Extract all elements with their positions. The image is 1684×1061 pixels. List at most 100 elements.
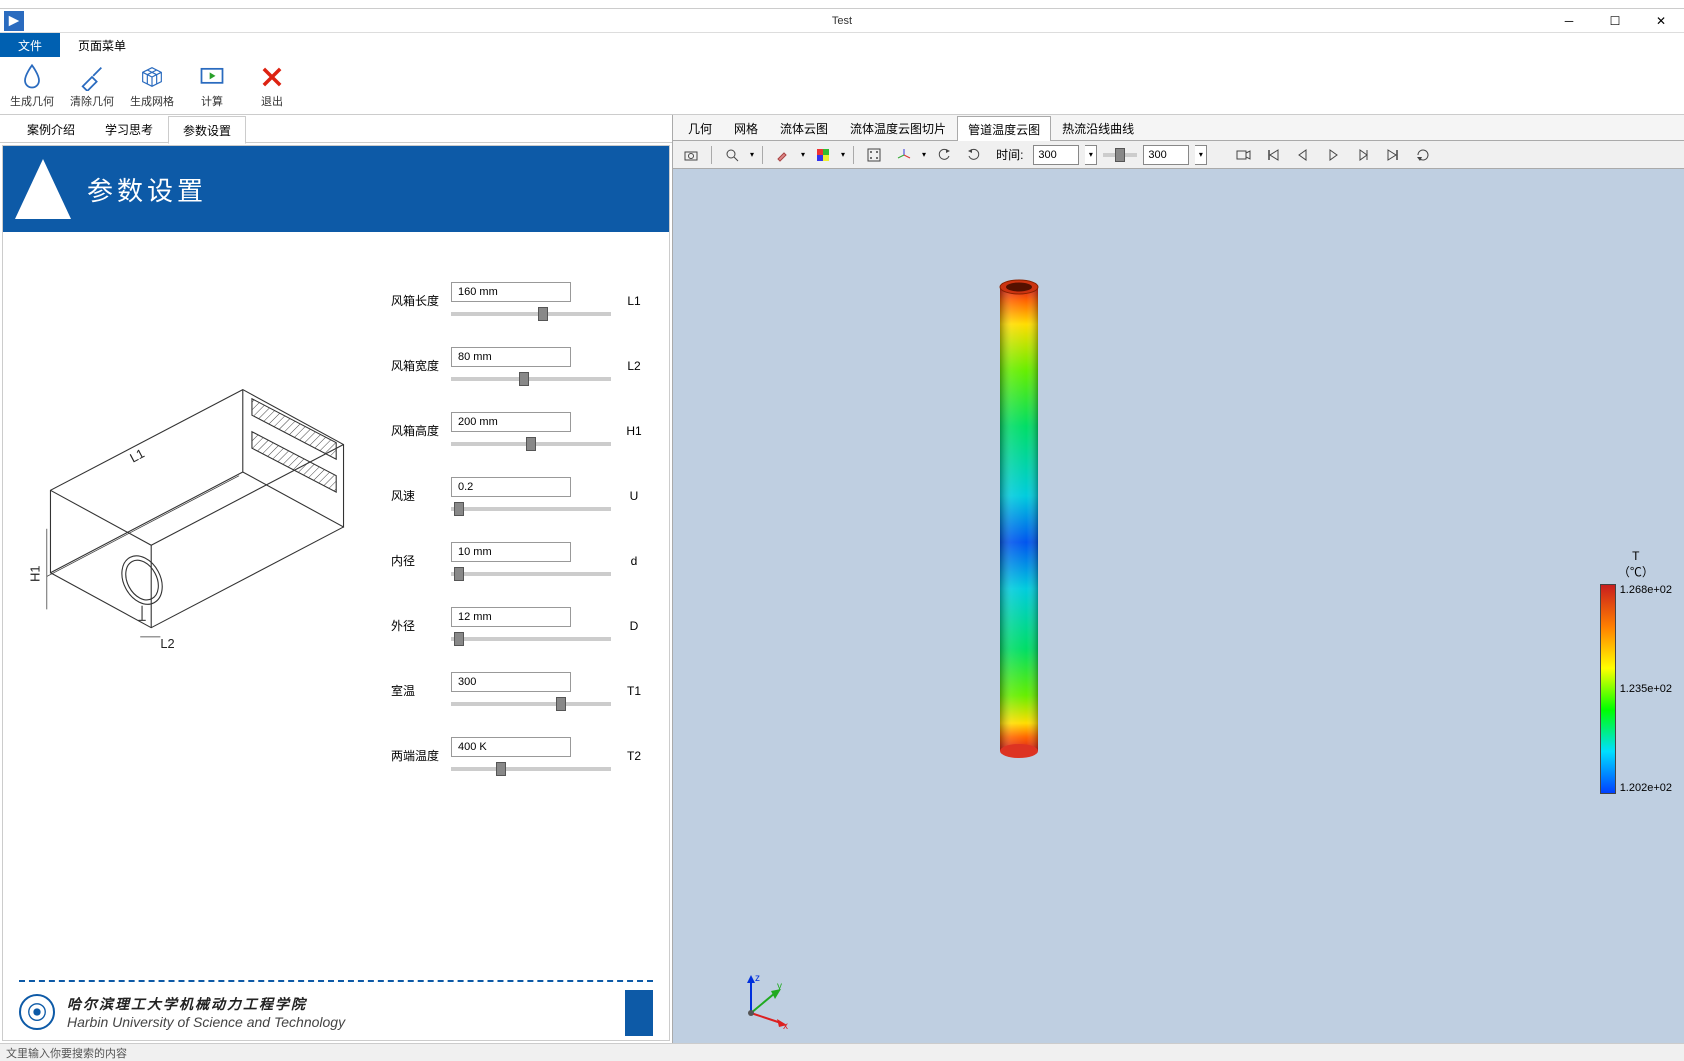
param-header: 参数设置 <box>3 146 669 232</box>
param-row-7: 两端温度 T2 <box>391 737 649 774</box>
viz-canvas[interactable]: T （℃） 1.268e+02 1.235e+02 1.202e+02 z <box>673 169 1684 1043</box>
param-slider-U[interactable] <box>451 507 611 511</box>
param-input-L2[interactable] <box>451 347 571 367</box>
chevron-down-icon[interactable]: ▾ <box>801 150 805 159</box>
legend-title: T <box>1618 549 1654 563</box>
legend-bar <box>1600 584 1616 794</box>
color-legend: T （℃） 1.268e+02 1.235e+02 1.202e+02 <box>1600 549 1672 794</box>
time-from-dropdown[interactable]: ▾ <box>1085 145 1097 165</box>
svg-text:y: y <box>777 981 782 992</box>
rotate-left-icon[interactable] <box>932 144 956 166</box>
triangle-icon <box>15 159 71 219</box>
time-from-input[interactable] <box>1033 145 1079 165</box>
param-symbol: H1 <box>619 424 649 438</box>
diagram-label-h1: H1 <box>27 566 42 582</box>
university-footer: 哈尔滨理工大学机械动力工程学院 Harbin University of Sci… <box>19 980 653 1036</box>
right-panel: 几何 网格 流体云图 流体温度云图切片 管道温度云图 热流沿线曲线 ▾ ▾ ▾ … <box>672 115 1684 1043</box>
param-input-d[interactable] <box>451 542 571 562</box>
axes-icon[interactable] <box>892 144 916 166</box>
param-slider-H1[interactable] <box>451 442 611 446</box>
param-row-6: 室温T1 <box>391 672 649 709</box>
app-icon <box>4 11 24 31</box>
record-icon[interactable] <box>1231 144 1255 166</box>
param-input-T2[interactable] <box>451 737 571 757</box>
paint-icon[interactable] <box>771 144 795 166</box>
param-slider-D[interactable] <box>451 637 611 641</box>
svg-text:z: z <box>755 973 760 984</box>
status-bar: 文里输入你要搜索的内容 <box>0 1043 1684 1061</box>
param-slider-d[interactable] <box>451 572 611 576</box>
param-label: 风箱长度 <box>391 292 443 309</box>
zoom-icon[interactable] <box>720 144 744 166</box>
param-input-U[interactable] <box>451 477 571 497</box>
tab-param[interactable]: 参数设置 <box>168 116 246 144</box>
param-symbol: U <box>619 489 649 503</box>
colorcube-icon[interactable] <box>811 144 835 166</box>
param-input-T1[interactable] <box>451 672 571 692</box>
tab-mesh[interactable]: 网格 <box>723 115 769 141</box>
close-button[interactable]: ✕ <box>1638 9 1684 33</box>
university-name-en: Harbin University of Science and Technol… <box>67 1014 345 1030</box>
chevron-down-icon[interactable]: ▾ <box>750 150 754 159</box>
maximize-button[interactable]: ☐ <box>1592 9 1638 33</box>
tab-pipe-temp[interactable]: 管道温度云图 <box>957 116 1051 142</box>
geometry-diagram: L1 L2 H1 <box>23 272 371 672</box>
tab-fluid-temp-slice[interactable]: 流体温度云图切片 <box>839 115 957 141</box>
param-symbol: d <box>619 554 649 568</box>
legend-unit: （℃） <box>1618 563 1654 580</box>
brush-icon <box>78 63 106 91</box>
play-screen-icon <box>198 63 226 91</box>
menu-page[interactable]: 页面菜单 <box>60 33 144 57</box>
param-slider-T2[interactable] <box>451 767 611 771</box>
param-symbol: D <box>619 619 649 633</box>
prev-icon[interactable] <box>1291 144 1315 166</box>
footer-accent-block <box>625 990 653 1036</box>
ribbon-gen-geom[interactable]: 生成几何 <box>8 61 56 110</box>
skip-first-icon[interactable] <box>1261 144 1285 166</box>
minimize-button[interactable]: ─ <box>1546 9 1592 33</box>
ribbon-clear-geom[interactable]: 清除几何 <box>68 61 116 110</box>
chevron-down-icon[interactable]: ▾ <box>922 150 926 159</box>
param-label: 内径 <box>391 552 443 569</box>
tab-case-intro[interactable]: 案例介绍 <box>12 115 90 143</box>
param-slider-L2[interactable] <box>451 377 611 381</box>
ribbon-exit[interactable]: 退出 <box>248 61 296 110</box>
tab-streamline[interactable]: 热流沿线曲线 <box>1051 115 1145 141</box>
next-icon[interactable] <box>1351 144 1375 166</box>
param-row-3: 风速U <box>391 477 649 514</box>
cylinder-render <box>998 279 1040 759</box>
legend-min: 1.202e+02 <box>1620 782 1672 794</box>
chevron-down-icon[interactable]: ▾ <box>841 150 845 159</box>
param-symbol: T2 <box>619 749 649 763</box>
param-header-title: 参数设置 <box>87 171 207 208</box>
param-slider-L1[interactable] <box>451 312 611 316</box>
camera-icon[interactable] <box>679 144 703 166</box>
param-row-4: 内径 d <box>391 542 649 579</box>
skip-last-icon[interactable] <box>1381 144 1405 166</box>
status-text: 文里输入你要搜索的内容 <box>6 1048 127 1060</box>
tab-fluid-cloud[interactable]: 流体云图 <box>769 115 839 141</box>
param-input-D[interactable] <box>451 607 571 627</box>
time-to-dropdown[interactable]: ▾ <box>1195 145 1207 165</box>
ribbon-gen-mesh[interactable]: 生成网格 <box>128 61 176 110</box>
tab-geom[interactable]: 几何 <box>677 115 723 141</box>
param-input-H1[interactable] <box>451 412 571 432</box>
menu-file[interactable]: 文件 <box>0 33 60 57</box>
time-to-input[interactable] <box>1143 145 1189 165</box>
param-row-5: 外径D <box>391 607 649 644</box>
tab-study[interactable]: 学习思考 <box>90 115 168 143</box>
loop-icon[interactable] <box>1411 144 1435 166</box>
param-label: 两端温度 <box>391 747 443 764</box>
grid-dots-icon[interactable] <box>862 144 886 166</box>
param-input-L1[interactable] <box>451 282 571 302</box>
param-slider-T1[interactable] <box>451 702 611 706</box>
menu-app-strip <box>0 0 1684 9</box>
play-icon[interactable] <box>1321 144 1345 166</box>
time-slider[interactable] <box>1103 153 1137 157</box>
left-tabs: 案例介绍 学习思考 参数设置 <box>0 115 672 143</box>
svg-text:x: x <box>783 1021 788 1031</box>
rotate-right-icon[interactable] <box>962 144 986 166</box>
title-bar: Test ─ ☐ ✕ <box>0 9 1684 33</box>
university-name-cn: 哈尔滨理工大学机械动力工程学院 <box>67 994 345 1014</box>
ribbon-compute[interactable]: 计算 <box>188 61 236 110</box>
